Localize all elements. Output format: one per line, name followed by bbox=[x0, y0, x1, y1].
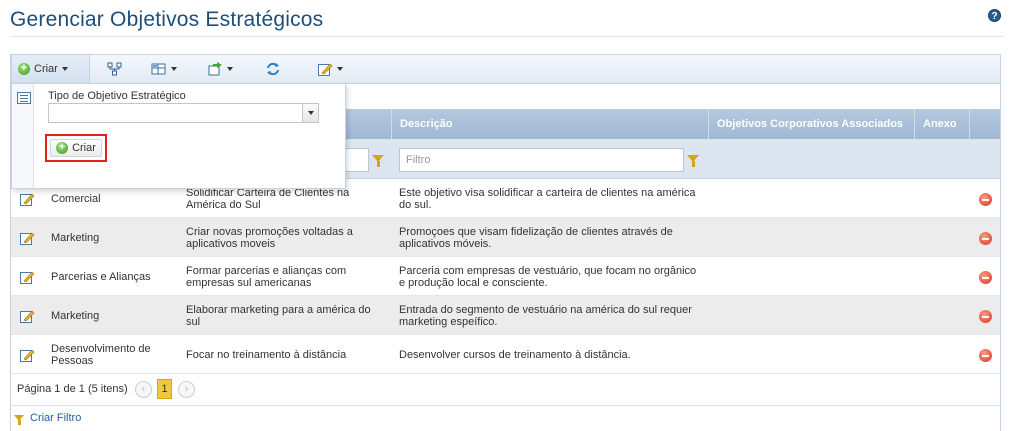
table-body: Comercial Solidificar Carteira de Client… bbox=[11, 179, 1000, 374]
create-menu-label: Criar bbox=[34, 63, 58, 75]
edit-icon[interactable] bbox=[19, 191, 35, 207]
column-header-attachment[interactable]: Anexo bbox=[914, 109, 969, 139]
objectives-grid: + Criar Descrição Objetivos Corporativos… bbox=[10, 54, 1001, 431]
remove-icon[interactable] bbox=[979, 349, 992, 362]
remove-icon[interactable] bbox=[979, 232, 992, 245]
filter-icon bbox=[14, 415, 24, 425]
group-columns-button[interactable] bbox=[145, 55, 183, 83]
row-type: Parcerias e Alianças bbox=[51, 270, 151, 283]
row-description: Promoçoes que visam fidelização de clien… bbox=[399, 225, 673, 250]
chevron-down-icon bbox=[61, 67, 68, 71]
remove-icon[interactable] bbox=[979, 310, 992, 323]
table-row[interactable]: Desenvolvimento de Pessoas Focar no trei… bbox=[11, 335, 1000, 374]
edit-icon bbox=[318, 63, 333, 76]
table-row[interactable]: Parcerias e Alianças Formar parcerias e … bbox=[11, 257, 1000, 296]
column-header-actions bbox=[969, 109, 1002, 139]
column-header-corporate-objectives[interactable]: Objetivos Corporativos Associados bbox=[708, 109, 914, 139]
row-name: Elaborar marketing para a américa do sul bbox=[186, 303, 371, 328]
remove-icon[interactable] bbox=[979, 271, 992, 284]
edit-icon[interactable] bbox=[19, 308, 35, 324]
refresh-button[interactable] bbox=[259, 55, 287, 83]
table-add-icon bbox=[151, 63, 166, 75]
objective-type-label: Tipo de Objetivo Estratégico bbox=[48, 90, 186, 102]
table-row[interactable]: Marketing Elaborar marketing para a amér… bbox=[11, 296, 1000, 335]
list-icon bbox=[17, 92, 31, 104]
pager: Página 1 de 1 (5 itens) ‹ 1 › bbox=[11, 374, 1000, 406]
export-icon bbox=[208, 62, 222, 76]
objective-type-select[interactable] bbox=[48, 103, 319, 123]
create-popup: Tipo de Objetivo Estratégico + Criar bbox=[11, 83, 346, 189]
name-filter-icon[interactable] bbox=[372, 155, 384, 167]
prev-page-button[interactable]: ‹ bbox=[135, 381, 152, 398]
popup-create-button[interactable]: + Criar bbox=[50, 139, 102, 157]
create-menu-button[interactable]: + Criar bbox=[11, 55, 90, 83]
row-type: Marketing bbox=[51, 309, 100, 322]
hierarchy-icon bbox=[107, 62, 122, 76]
column-header-description[interactable]: Descrição bbox=[391, 109, 708, 139]
chevron-down-icon bbox=[337, 67, 343, 71]
highlight-box: + Criar bbox=[45, 134, 107, 162]
edit-icon[interactable] bbox=[19, 269, 35, 285]
row-description: Desenvolver cursos de treinamento à dist… bbox=[399, 348, 631, 361]
row-description: Entrada do segmento de vestuário na amér… bbox=[399, 303, 692, 328]
add-icon: + bbox=[56, 142, 69, 154]
row-type: Marketing bbox=[51, 231, 100, 244]
export-button[interactable] bbox=[201, 55, 239, 83]
description-filter-icon[interactable] bbox=[687, 155, 699, 167]
next-page-button[interactable]: › bbox=[178, 381, 195, 398]
description-filter-input[interactable]: Filtro bbox=[399, 148, 684, 172]
table-row[interactable]: Marketing Criar novas promoções voltadas… bbox=[11, 218, 1000, 257]
chevron-down-icon bbox=[171, 67, 177, 71]
pager-summary: Página 1 de 1 (5 itens) bbox=[17, 383, 128, 395]
current-page-button[interactable]: 1 bbox=[157, 379, 172, 399]
remove-icon[interactable] bbox=[979, 193, 992, 206]
row-name: Focar no treinamento à distância bbox=[186, 348, 347, 361]
row-description: Parceria com empresas de vestuário, que … bbox=[399, 264, 697, 289]
create-filter-label: Criar Filtro bbox=[30, 412, 82, 424]
row-name: Formar parcerias e alianças com empresas… bbox=[186, 264, 347, 289]
add-icon: + bbox=[18, 63, 30, 75]
grid-toolbar: + Criar bbox=[11, 55, 1000, 84]
row-type: Desenvolvimento de Pessoas bbox=[51, 342, 151, 367]
create-filter-link[interactable]: Criar Filtro bbox=[14, 412, 82, 425]
chevron-down-icon bbox=[308, 111, 314, 115]
title-divider bbox=[10, 36, 1003, 37]
edit-icon[interactable] bbox=[19, 347, 35, 363]
select-dropdown-button[interactable] bbox=[302, 104, 318, 122]
refresh-icon bbox=[267, 62, 279, 76]
row-description: Este objetivo visa solidificar a carteir… bbox=[399, 186, 696, 211]
edit-menu-button[interactable] bbox=[311, 55, 349, 83]
page-title: Gerenciar Objetivos Estratégicos bbox=[10, 8, 324, 31]
help-icon[interactable]: ? bbox=[988, 9, 1001, 22]
hierarchy-button[interactable] bbox=[101, 55, 129, 83]
row-name: Criar novas promoções voltadas a aplicat… bbox=[186, 225, 353, 250]
popup-create-label: Criar bbox=[72, 142, 96, 154]
edit-icon[interactable] bbox=[19, 230, 35, 246]
popup-side-strip bbox=[12, 84, 34, 188]
chevron-down-icon bbox=[227, 67, 233, 71]
